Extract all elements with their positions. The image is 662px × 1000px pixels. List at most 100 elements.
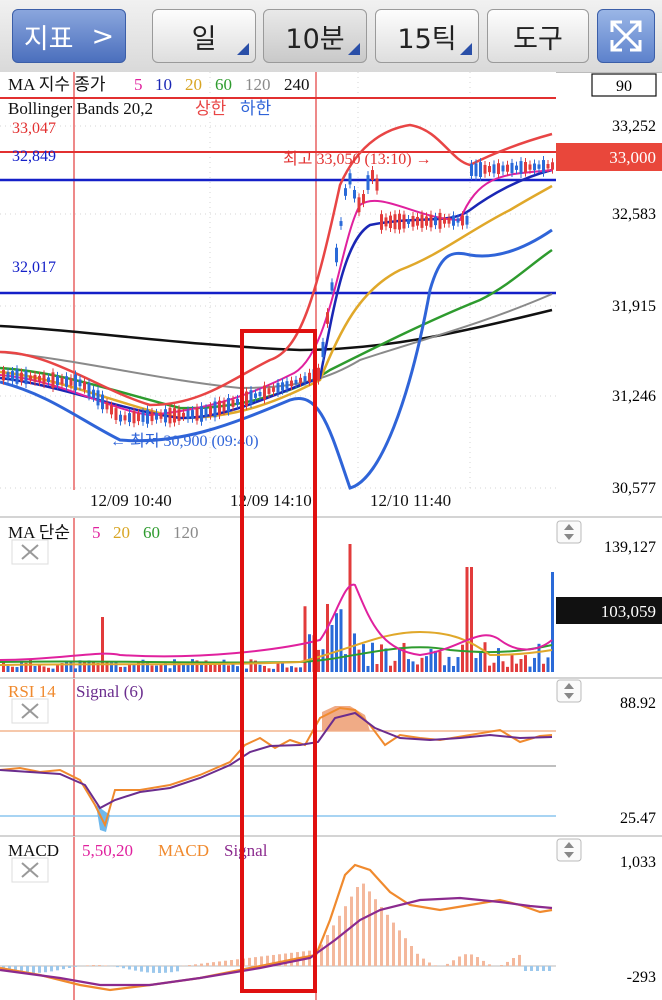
bollinger-upper-label: 상한: [195, 99, 227, 118]
volume-bar: [483, 642, 487, 672]
macd-bar: [98, 965, 101, 966]
macd-bar: [506, 961, 509, 966]
volume-bar: [114, 661, 118, 672]
resize-handle[interactable]: [556, 679, 582, 703]
volume-bar: [272, 668, 275, 672]
volume-bar: [119, 666, 122, 672]
volume-bar: [326, 603, 329, 672]
macd-bar: [74, 966, 77, 967]
macd-bar: [152, 966, 155, 973]
volume-bar: [132, 664, 136, 672]
bollinger-lower-label: 하한: [240, 99, 272, 118]
volume-bar: [447, 656, 451, 672]
price-axis: 90 33,252 33,000 32,583 31,915 31,246 30…: [556, 73, 662, 497]
macd-line-label: MACD: [158, 841, 209, 860]
macd-bar: [500, 965, 503, 966]
macd-histogram: [2, 883, 551, 973]
macd-bar: [338, 915, 341, 966]
macd-bar: [128, 966, 131, 970]
macd-bar: [116, 966, 119, 968]
volume-bar: [231, 663, 235, 672]
chart-area[interactable]: MA 지수 종가 5 10 20 60 120 240 Bollinger Bands 2…: [0, 72, 662, 1000]
macd-bar: [86, 965, 89, 966]
volume-bar: [123, 666, 127, 672]
volume-bar: [213, 664, 217, 672]
axis-label: 31,246: [612, 388, 656, 405]
volume-bar: [15, 667, 19, 672]
macd-bar: [398, 930, 401, 966]
expand-icon: [610, 20, 642, 52]
macd-bar: [518, 954, 521, 966]
resize-handle[interactable]: [556, 838, 582, 862]
volume-bar: [276, 662, 280, 672]
macd-bar: [122, 966, 125, 969]
volume-bar: [227, 665, 230, 672]
volume-bar: [465, 567, 469, 672]
volume-bar: [339, 609, 343, 672]
bollinger-legend-title: Bollinger Bands 20,2: [8, 99, 153, 118]
macd-bar: [452, 960, 455, 966]
macd-bar: [176, 966, 179, 972]
rsi-panel[interactable]: RSI 14 Signal (6) 88.92 25.47: [0, 679, 656, 836]
volume-bar: [263, 665, 266, 672]
volume-bar: [434, 650, 437, 672]
volume-bar: [65, 661, 68, 672]
rsi-signal-line: [0, 711, 553, 810]
tick-15-button[interactable]: 15틱: [375, 9, 479, 63]
volume-bar: [74, 668, 77, 672]
indicator-button[interactable]: 지표 >: [12, 9, 126, 63]
level-label-32849: 32,849: [12, 148, 56, 165]
macd-bar: [488, 964, 491, 966]
macd-bar: [200, 963, 203, 966]
volume-bar: [330, 625, 334, 672]
macd-bar: [332, 925, 335, 966]
macd-bar: [380, 907, 383, 966]
macd-bar: [38, 966, 41, 973]
period-daily-button[interactable]: 일: [152, 9, 256, 63]
volume-bar: [546, 657, 550, 672]
macd-bar: [344, 906, 347, 966]
close-macd-button[interactable]: [11, 857, 49, 883]
rsi-axis-bottom: 25.47: [620, 810, 656, 827]
close-rsi-button[interactable]: [11, 698, 49, 724]
volume-bar: [416, 664, 419, 672]
macd-bar: [134, 966, 137, 971]
volume-bar: [290, 666, 293, 672]
volume-bar: [357, 649, 361, 672]
chevron-right-icon: >: [91, 20, 115, 52]
macd-title: MACD: [8, 841, 59, 860]
ma-legend-period: 120: [245, 75, 271, 94]
macd-bar: [248, 957, 251, 966]
indicator-label: 지표: [23, 23, 74, 55]
close-volume-button[interactable]: [11, 539, 49, 565]
volume-legend-period: 120: [173, 523, 199, 542]
volume-bar: [168, 668, 172, 672]
macd-axis-bottom: -293: [627, 969, 656, 986]
volume-bar: [380, 644, 383, 672]
macd-params: 5,50,20: [82, 841, 133, 860]
interval-10min-button[interactable]: 10분: [263, 9, 367, 63]
macd-bar: [356, 887, 359, 966]
macd-panel[interactable]: MACD 5,50,20 MACD Signal 1,033 -293: [0, 837, 656, 1000]
volume-bar: [348, 544, 352, 672]
resize-handle[interactable]: [556, 520, 582, 544]
macd-bar: [446, 963, 449, 966]
volume-bar: [492, 662, 496, 672]
volume-bar: [375, 664, 379, 672]
macd-bar: [542, 966, 545, 971]
tools-button[interactable]: 도구: [487, 9, 589, 63]
volume-bar: [362, 644, 365, 672]
ma-legend-period: 10: [155, 75, 172, 94]
volume-bars: [2, 544, 554, 672]
volume-ma-legend: 5 20 60 120: [92, 523, 199, 542]
macd-bar: [392, 922, 395, 966]
macd-bar: [362, 883, 365, 966]
macd-bar: [164, 966, 167, 973]
volume-bar: [393, 660, 397, 672]
volume-panel[interactable]: MA 단순 5 20 60 120 139,127 103,059: [0, 518, 662, 678]
expand-button[interactable]: [597, 9, 655, 63]
volume-bar: [470, 567, 473, 672]
ma-legend-period: 60: [215, 75, 232, 94]
price-panel[interactable]: MA 지수 종가 5 10 20 60 120 240 Bollinger Bands 2…: [0, 72, 556, 520]
macd-bar: [50, 966, 53, 972]
